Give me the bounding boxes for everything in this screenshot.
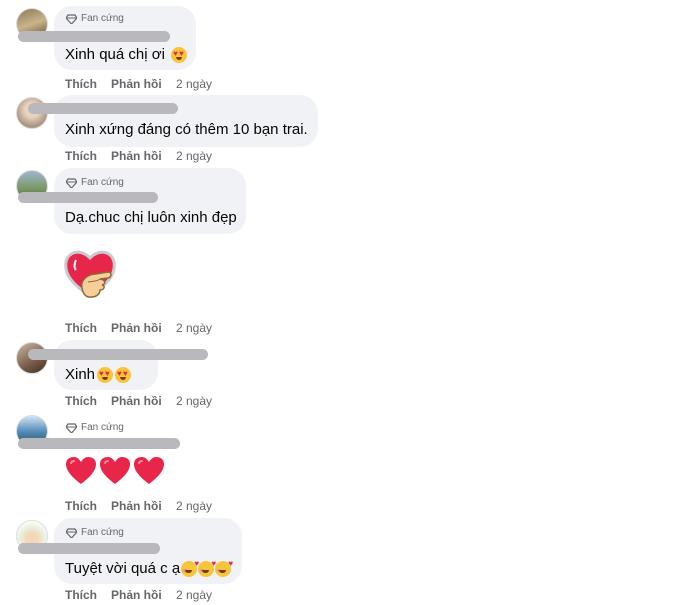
like-button[interactable]: Thích: [65, 321, 111, 335]
badge-label: Fan cứng: [81, 422, 124, 433]
heart-finger-sticker: [64, 250, 116, 298]
red-heart-emoji: [100, 457, 130, 484]
timestamp[interactable]: 2 ngày: [176, 588, 212, 602]
comment-text: Tuyệt vời quá c ạ ♥ ♥ ♥: [65, 558, 234, 578]
redacted-username: [18, 192, 158, 203]
smiling-hearts-emoji: ♥: [181, 559, 199, 577]
heart-eyes-emoji: ♥ ♥: [97, 366, 114, 383]
comment-actions: Thích Phản hồi 2 ngày: [65, 394, 212, 408]
redacted-username: [28, 349, 208, 360]
badge-label: Fan cứng: [81, 177, 124, 188]
diamond-icon: [66, 527, 77, 538]
redacted-username: [18, 31, 170, 42]
like-button[interactable]: Thích: [65, 77, 111, 91]
comment-actions: Thích Phản hồi 2 ngày: [65, 499, 212, 513]
diamond-icon: [66, 177, 77, 188]
like-button[interactable]: Thích: [65, 394, 111, 408]
comment-text: [65, 456, 167, 486]
comment-actions: Thích Phản hồi 2 ngày: [65, 77, 212, 91]
like-button[interactable]: Thích: [65, 499, 111, 513]
comment-text: Dạ.chuc chị luôn xinh đẹp: [65, 209, 237, 226]
comment-actions: Thích Phản hồi 2 ngày: [65, 149, 212, 163]
redacted-username: [28, 103, 178, 114]
smiling-hearts-emoji: ♥: [198, 559, 216, 577]
timestamp[interactable]: 2 ngày: [176, 321, 212, 335]
timestamp[interactable]: 2 ngày: [176, 394, 212, 408]
reply-button[interactable]: Phản hồi: [111, 321, 176, 335]
red-heart-emoji: [134, 457, 164, 484]
fan-badge: Fan cứng: [66, 422, 124, 433]
diamond-icon: [66, 13, 77, 24]
heart-eyes-emoji: ♥ ♥: [171, 46, 188, 63]
reply-button[interactable]: Phản hồi: [111, 588, 176, 602]
comment-actions: Thích Phản hồi 2 ngày: [65, 588, 212, 602]
fan-badge: Fan cứng: [66, 177, 124, 188]
comment-text: Xinh ♥ ♥ ♥ ♥: [65, 366, 132, 383]
comment-text: Xinh xứng đáng có thêm 10 bạn trai.: [65, 121, 308, 138]
badge-label: Fan cứng: [81, 13, 124, 24]
badge-label: Fan cứng: [81, 527, 124, 538]
timestamp[interactable]: 2 ngày: [176, 149, 212, 163]
red-heart-emoji: [66, 457, 96, 484]
diamond-icon: [66, 422, 77, 433]
heart-eyes-emoji: ♥ ♥: [115, 366, 132, 383]
like-button[interactable]: Thích: [65, 149, 111, 163]
reply-button[interactable]: Phản hồi: [111, 499, 176, 513]
fan-badge: Fan cứng: [66, 13, 124, 24]
comment-actions: Thích Phản hồi 2 ngày: [65, 321, 212, 335]
reply-button[interactable]: Phản hồi: [111, 77, 176, 91]
reply-button[interactable]: Phản hồi: [111, 149, 176, 163]
smiling-hearts-emoji: ♥: [215, 559, 233, 577]
redacted-username: [18, 543, 160, 554]
comment-text: Xinh quá chị ơi ♥ ♥: [65, 46, 188, 63]
redacted-username: [18, 438, 180, 449]
timestamp[interactable]: 2 ngày: [176, 499, 212, 513]
reply-button[interactable]: Phản hồi: [111, 394, 176, 408]
like-button[interactable]: Thích: [65, 588, 111, 602]
fan-badge: Fan cứng: [66, 527, 124, 538]
timestamp[interactable]: 2 ngày: [176, 77, 212, 91]
